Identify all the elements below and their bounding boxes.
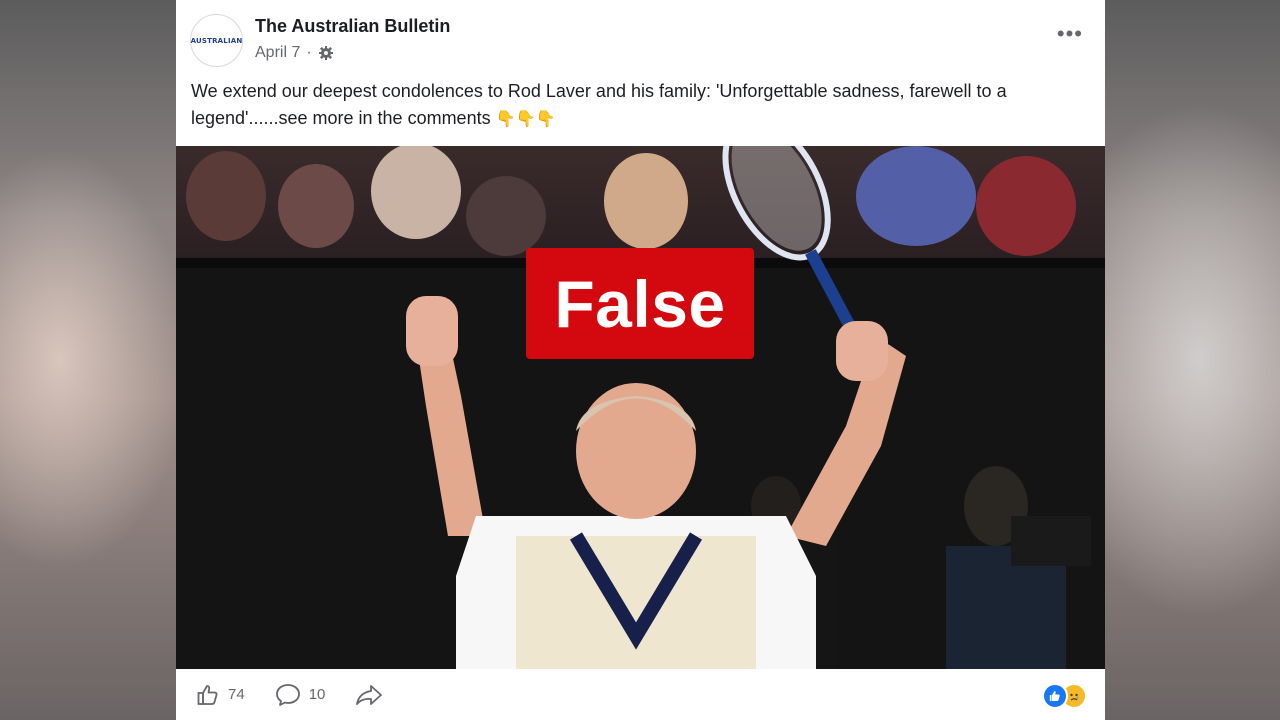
tennis-player-photo <box>176 146 1105 669</box>
like-button[interactable]: 74 <box>196 683 245 707</box>
reaction-summary[interactable] <box>1042 683 1087 709</box>
share-arrow-icon <box>356 684 383 705</box>
post-actions-bar: 74 10 <box>176 669 1105 720</box>
page-avatar[interactable]: AUSTRALIAN <box>190 14 243 67</box>
post-meta: April 7 · <box>255 44 334 62</box>
avatar-logo-text: AUSTRALIAN <box>190 36 243 45</box>
facebook-post: AUSTRALIAN The Australian Bulletin April… <box>176 0 1105 720</box>
pointing-down-emoji: 👇👇👇 <box>495 111 556 128</box>
gear-icon <box>318 46 333 60</box>
like-reaction-icon <box>1042 683 1068 709</box>
post-text-body: We extend our deepest condolences to Rod… <box>191 81 1007 128</box>
more-options-button[interactable]: ••• <box>1057 23 1083 45</box>
date-separator: · <box>306 44 312 61</box>
speech-bubble-icon <box>275 683 300 706</box>
post-header: AUSTRALIAN The Australian Bulletin April… <box>176 0 1105 146</box>
post-text: We extend our deepest condolences to Rod… <box>191 78 1091 133</box>
page-name[interactable]: The Australian Bulletin <box>255 16 450 37</box>
thumbs-up-icon <box>197 684 218 705</box>
post-date[interactable]: April 7 <box>255 44 300 62</box>
comment-button[interactable]: 10 <box>275 683 326 707</box>
share-button[interactable] <box>355 683 383 707</box>
false-rating-label: False <box>526 248 754 359</box>
comment-count: 10 <box>308 686 326 703</box>
post-photo[interactable]: False <box>176 146 1105 669</box>
like-count: 74 <box>228 686 245 703</box>
